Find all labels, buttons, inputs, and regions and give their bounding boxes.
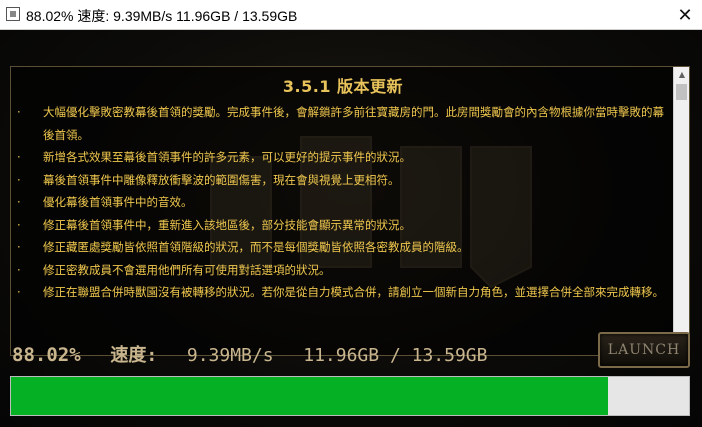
download-status: 88.02% 速度: 9.39MB/s 11.96GB / 13.59GB [12, 341, 487, 367]
patch-note-item: · 修正藏匿處獎勵皆依照首領階級的狀況，而不是每個獎勵皆依照各密教成員的階級。 [17, 236, 673, 259]
app-icon [6, 7, 20, 21]
patch-note-item: · 修正在聯盟合併時獸園沒有被轉移的狀況。若你是從自力模式合併，請創立一個新自力角… [17, 281, 673, 304]
progress-fill [11, 377, 608, 415]
download-percent: 88.02% [12, 344, 81, 366]
patch-note-text: 幕後首領事件中雕像釋放衝擊波的範圍傷害，現在會與視覺上更相符。 [43, 172, 400, 187]
download-size: 11.96GB / 13.59GB [303, 345, 488, 366]
speed-label: 速度: [110, 345, 158, 366]
download-progress-bar [10, 376, 690, 416]
title-bar: 88.02% 速度: 9.39MB/s 11.96GB / 13.59GB ✕ [0, 0, 702, 30]
patch-note-item: · 修正密教成員不會選用他們所有可使用對話選項的狀況。 [17, 259, 673, 282]
patch-note-text: 新增各式效果至幕後首領事件的許多元素，可以更好的提示事件的狀況。 [43, 150, 411, 164]
patch-note-text: 修正藏匿處獎勵皆依照首領階級的狀況，而不是每個獎勵皆依照各密教成員的階級。 [43, 240, 469, 254]
bullet-icon: · [17, 150, 21, 164]
bullet-icon: · [17, 105, 21, 119]
patch-notes-list: · 大幅優化擊敗密教幕後首領的獎勵。完成事件後，會解鎖許多前往寶藏房的門。此房間獎… [17, 101, 673, 304]
launch-button[interactable]: LAUNCH [598, 332, 690, 368]
patch-notes-title: 3.5.1 版本更新 [282, 77, 404, 96]
bullet-icon: · [17, 262, 21, 277]
patch-note-text: 修正密教成員不會選用他們所有可使用對話選項的狀況。 [43, 262, 331, 277]
bullet-icon: · [17, 217, 21, 232]
patch-note-item: · 新增各式效果至幕後首領事件的許多元素，可以更好的提示事件的狀況。 [17, 146, 673, 169]
bullet-icon: · [17, 195, 21, 209]
bullet-icon: · [17, 172, 21, 187]
launcher-main: 3.5.1 版本更新 · 大幅優化擊敗密教幕後首領的獎勵。完成事件後，會解鎖許多前… [0, 30, 702, 427]
window-title: 88.02% 速度: 9.39MB/s 11.96GB / 13.59GB [26, 8, 298, 24]
patch-note-text: 修正在聯盟合併時獸園沒有被轉移的狀況。若你是從自力模式合併，請創立一個新自力角色… [43, 285, 664, 299]
patch-notes-panel: 3.5.1 版本更新 · 大幅優化擊敗密教幕後首領的獎勵。完成事件後，會解鎖許多前… [10, 66, 690, 356]
bullet-icon: · [17, 285, 21, 299]
patch-note-text: 優化幕後首領事件中的音效。 [43, 195, 193, 209]
bullet-icon: · [17, 240, 21, 254]
download-speed: 9.39MB/s [186, 345, 274, 366]
patch-note-text: 大幅優化擊敗密教幕後首領的獎勵。完成事件後，會解鎖許多前往寶藏房的門。此房間獎勵… [43, 105, 664, 142]
scroll-thumb[interactable] [676, 84, 687, 100]
notes-scrollbar[interactable]: ▲ ▼ [673, 67, 689, 355]
patch-note-item: · 優化幕後首領事件中的音效。 [17, 191, 673, 214]
close-button[interactable]: ✕ [668, 0, 702, 30]
patch-note-text: 修正幕後首領事件中，重新進入該地區後，部分技能會顯示異常的狀況。 [43, 217, 411, 232]
scroll-up-arrow-icon[interactable]: ▲ [674, 67, 689, 83]
patch-note-item: · 大幅優化擊敗密教幕後首領的獎勵。完成事件後，會解鎖許多前往寶藏房的門。此房間獎… [17, 101, 673, 146]
patch-note-item: · 修正幕後首領事件中，重新進入該地區後，部分技能會顯示異常的狀況。 [17, 214, 673, 237]
patch-note-item: · 幕後首領事件中雕像釋放衝擊波的範圍傷害，現在會與視覺上更相符。 [17, 169, 673, 192]
